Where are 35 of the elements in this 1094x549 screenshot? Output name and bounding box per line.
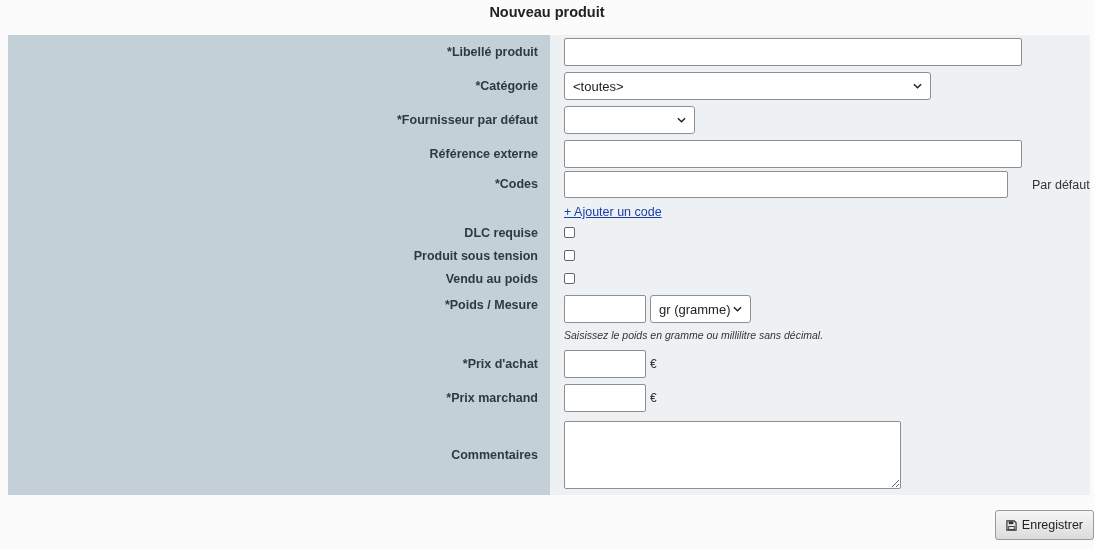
checkbox[interactable] [564,227,575,238]
field-label: *Prix d'achat [8,347,550,381]
field-label: *Codes [8,171,550,221]
price-field[interactable] [564,384,646,412]
checkbox[interactable] [564,273,575,284]
hint-text: Saisissez le poids en gramme ou millilitre sans décimal. [564,329,825,341]
unit-dropdown[interactable]: gr (gramme) [650,295,751,323]
field-label: *Prix marchand [8,381,550,415]
form-title: Nouveau produit [488,3,606,22]
code-field[interactable] [564,171,1008,198]
comment-field[interactable] [564,421,901,489]
save-button[interactable]: Enregistrer [994,510,1094,540]
weight-field[interactable] [564,295,646,323]
field-label: Produit sous tension [8,244,550,267]
text-field[interactable] [564,38,1022,66]
chevron-down-icon [913,83,922,89]
dropdown[interactable]: <toutes> [564,72,931,100]
field-label: *Fournisseur par défaut [8,103,550,137]
field-label: DLC requise [8,221,550,244]
field-label: Vendu au poids [8,267,550,290]
field-label: Référence externe [8,137,550,171]
chevron-down-icon [733,306,742,312]
checkbox[interactable] [564,250,575,261]
price-field[interactable] [564,350,646,378]
chevron-down-icon [677,117,686,123]
text-field[interactable] [564,140,1022,168]
field-label: Commentaires [8,415,550,495]
dropdown[interactable] [564,106,695,134]
default-label: Par défaut [1032,177,1090,192]
add-code-link[interactable]: + Ajouter un code [564,205,662,219]
field-label: *Catégorie [8,69,550,103]
field-label: *Poids / Mesure [8,290,550,347]
field-label: *Libellé produit [8,35,550,69]
currency-symbol: € [650,357,657,371]
currency-symbol: € [650,391,657,405]
